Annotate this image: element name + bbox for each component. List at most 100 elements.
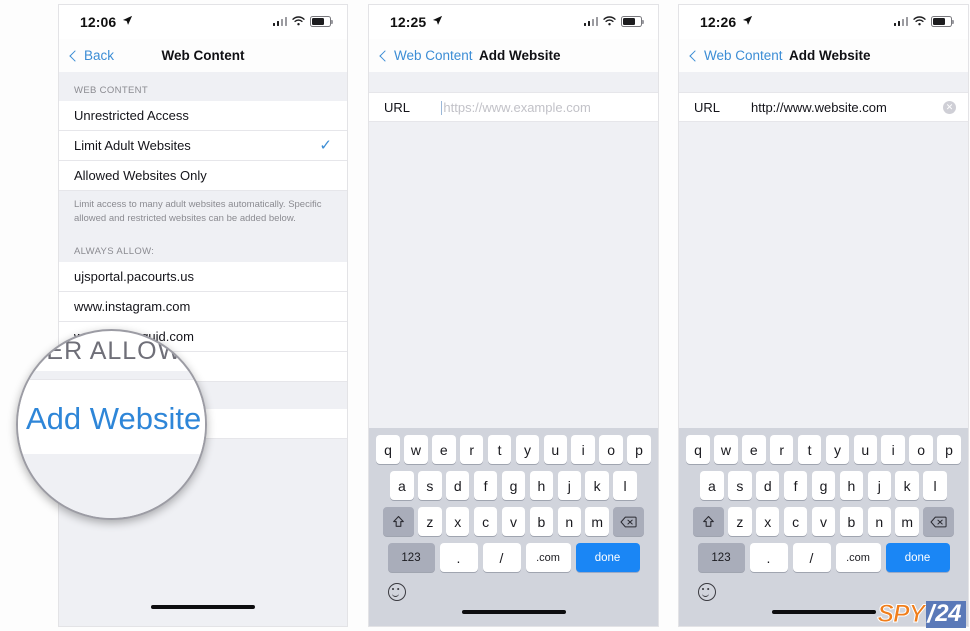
option-allowed-websites-only[interactable]: Allowed Websites Only xyxy=(59,161,347,191)
key-r[interactable]: r xyxy=(769,435,794,464)
url-placeholder: https://www.example.com xyxy=(443,99,591,115)
key-l[interactable]: l xyxy=(923,471,947,500)
key-y[interactable]: y xyxy=(825,435,850,464)
key-l[interactable]: l xyxy=(613,471,637,500)
emoji-smiley-icon[interactable] xyxy=(698,583,716,601)
cellular-signal-icon xyxy=(583,16,598,27)
key-e[interactable]: e xyxy=(432,435,456,464)
backspace-key[interactable] xyxy=(923,507,955,536)
key-s[interactable]: s xyxy=(728,471,752,500)
key-q[interactable]: q xyxy=(376,435,400,464)
key-r[interactable]: r xyxy=(459,435,484,464)
url-field-row[interactable]: URL http://www.website.com ✕ xyxy=(679,92,968,122)
key-d[interactable]: d xyxy=(755,471,780,500)
key-p[interactable]: p xyxy=(937,435,961,464)
on-screen-keyboard: q w e r t y u i o p a s d f g h j k l z … xyxy=(369,428,658,626)
key-x[interactable]: x xyxy=(445,507,470,536)
dotcom-key[interactable]: .com xyxy=(835,543,881,572)
key-u[interactable]: u xyxy=(543,435,568,464)
key-v[interactable]: v xyxy=(811,507,836,536)
key-f[interactable]: f xyxy=(473,471,498,500)
slash-key[interactable]: / xyxy=(792,543,831,572)
key-w[interactable]: w xyxy=(714,435,738,464)
list-item[interactable]: ujsportal.pacourts.us xyxy=(59,261,347,292)
slash-key[interactable]: / xyxy=(482,543,521,572)
key-b[interactable]: b xyxy=(839,507,864,536)
shift-key[interactable] xyxy=(382,507,414,536)
key-i[interactable]: i xyxy=(881,435,905,464)
key-f[interactable]: f xyxy=(783,471,808,500)
numbers-key[interactable]: 123 xyxy=(387,543,435,572)
key-j[interactable]: j xyxy=(867,471,892,500)
key-s[interactable]: s xyxy=(418,471,442,500)
key-i[interactable]: i xyxy=(571,435,595,464)
key-k[interactable]: k xyxy=(895,471,919,500)
period-key[interactable]: . xyxy=(439,543,478,572)
dotcom-key[interactable]: .com xyxy=(525,543,571,572)
key-c[interactable]: c xyxy=(783,507,808,536)
url-input[interactable]: https://www.example.com xyxy=(441,100,646,115)
key-j[interactable]: j xyxy=(557,471,582,500)
key-v[interactable]: v xyxy=(501,507,526,536)
clear-text-icon[interactable]: ✕ xyxy=(943,100,956,114)
key-o[interactable]: o xyxy=(909,435,933,464)
key-c[interactable]: c xyxy=(473,507,498,536)
done-key[interactable]: done xyxy=(885,543,950,572)
screenshot-stage: 12:06 Back Web Content WEB CONTENT Unres… xyxy=(0,0,970,631)
key-e[interactable]: e xyxy=(742,435,766,464)
key-t[interactable]: t xyxy=(487,435,512,464)
key-o[interactable]: o xyxy=(599,435,623,464)
url-field-label: URL xyxy=(694,99,721,115)
key-h[interactable]: h xyxy=(839,471,864,500)
section-header-web-content: WEB CONTENT xyxy=(59,72,347,101)
key-n[interactable]: n xyxy=(867,507,892,536)
spy24-watermark: SPY / 24 xyxy=(877,599,966,629)
keyboard-row-4: 123 . / .com done xyxy=(369,543,658,572)
key-p[interactable]: p xyxy=(627,435,651,464)
key-b[interactable]: b xyxy=(529,507,554,536)
option-unrestricted-access[interactable]: Unrestricted Access xyxy=(59,101,347,131)
add-website-button-never[interactable]: Add Website xyxy=(59,408,347,439)
add-website-label: Add Website xyxy=(74,358,148,374)
add-website-button-allow[interactable]: Add Website xyxy=(59,351,347,382)
key-u[interactable]: u xyxy=(853,435,878,464)
key-m[interactable]: m xyxy=(585,507,609,536)
shift-key[interactable] xyxy=(692,507,724,536)
wifi-icon xyxy=(913,16,926,26)
key-d[interactable]: d xyxy=(445,471,470,500)
key-m[interactable]: m xyxy=(895,507,919,536)
key-x[interactable]: x xyxy=(755,507,780,536)
key-y[interactable]: y xyxy=(515,435,540,464)
key-z[interactable]: z xyxy=(418,507,442,536)
emoji-smiley-icon[interactable] xyxy=(388,583,406,601)
key-h[interactable]: h xyxy=(529,471,554,500)
status-bar: 12:26 xyxy=(679,5,968,39)
key-z[interactable]: z xyxy=(728,507,752,536)
done-key[interactable]: done xyxy=(575,543,640,572)
keyboard-row-3: z x c v b n m xyxy=(369,507,658,536)
key-a[interactable]: a xyxy=(390,471,414,500)
key-g[interactable]: g xyxy=(811,471,836,500)
checkmark-icon: ✓ xyxy=(319,137,332,154)
url-input[interactable]: http://www.website.com xyxy=(751,100,943,115)
battery-icon xyxy=(621,16,644,27)
period-key[interactable]: . xyxy=(749,543,788,572)
key-k[interactable]: k xyxy=(585,471,609,500)
add-website-label: Add Website xyxy=(74,415,148,431)
backspace-key[interactable] xyxy=(613,507,645,536)
key-g[interactable]: g xyxy=(501,471,526,500)
key-q[interactable]: q xyxy=(686,435,710,464)
key-t[interactable]: t xyxy=(797,435,822,464)
numbers-key[interactable]: 123 xyxy=(697,543,745,572)
list-item[interactable]: www.turbosquid.com xyxy=(59,321,347,352)
option-limit-adult-websites[interactable]: Limit Adult Websites ✓ xyxy=(59,131,347,161)
watermark-brand: SPY xyxy=(877,599,926,628)
key-w[interactable]: w xyxy=(404,435,428,464)
shift-icon xyxy=(702,515,714,527)
key-n[interactable]: n xyxy=(557,507,582,536)
keyboard-row-2: a s d f g h j k l xyxy=(369,471,658,500)
url-field-row[interactable]: URL https://www.example.com xyxy=(369,92,658,122)
status-bar: 12:25 xyxy=(369,5,658,39)
key-a[interactable]: a xyxy=(700,471,724,500)
list-item[interactable]: www.instagram.com xyxy=(59,291,347,322)
